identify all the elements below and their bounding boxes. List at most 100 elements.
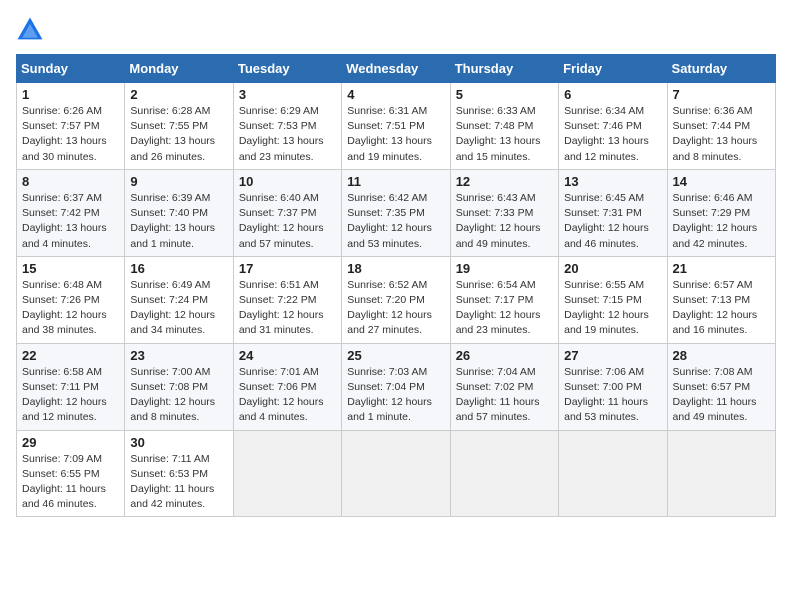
- day-number: 9: [130, 174, 227, 189]
- week-row-1: 1 Sunrise: 6:26 AM Sunset: 7:57 PM Daylig…: [17, 83, 776, 170]
- day-info: Sunrise: 7:00 AM Sunset: 7:08 PM Dayligh…: [130, 365, 227, 426]
- week-row-5: 29Sunrise: 7:09 AM Sunset: 6:55 PM Dayli…: [17, 430, 776, 517]
- day-number: 16: [130, 261, 227, 276]
- page-header: [16, 16, 776, 44]
- day-number: 21: [673, 261, 770, 276]
- day-number: 17: [239, 261, 336, 276]
- day-cell: 30 Sunrise: 7:11 AM Sunset: 6:53 PM Dayli…: [125, 430, 233, 517]
- week-row-3: 15 Sunrise: 6:48 AM Sunset: 7:26 PM Dayli…: [17, 256, 776, 343]
- day-number: 23: [130, 348, 227, 363]
- day-cell: 2Sunrise: 6:28 AM Sunset: 7:55 PM Daylig…: [125, 83, 233, 170]
- day-number: 25: [347, 348, 444, 363]
- day-info: Sunrise: 6:42 AM Sunset: 7:35 PM Dayligh…: [347, 191, 444, 252]
- weekday-header-wednesday: Wednesday: [342, 55, 450, 83]
- day-cell: 27 Sunrise: 7:06 AM Sunset: 7:00 PM Dayli…: [559, 343, 667, 430]
- day-info: Sunrise: 7:01 AM Sunset: 7:06 PM Dayligh…: [239, 365, 336, 426]
- day-cell: 10 Sunrise: 6:40 AM Sunset: 7:37 PM Dayli…: [233, 169, 341, 256]
- week-row-2: 8 Sunrise: 6:37 AM Sunset: 7:42 PM Daylig…: [17, 169, 776, 256]
- weekday-header-thursday: Thursday: [450, 55, 558, 83]
- day-number: 11: [347, 174, 444, 189]
- weekday-header-row: SundayMondayTuesdayWednesdayThursdayFrid…: [17, 55, 776, 83]
- day-cell: 26 Sunrise: 7:04 AM Sunset: 7:02 PM Dayli…: [450, 343, 558, 430]
- day-cell: 7 Sunrise: 6:36 AM Sunset: 7:44 PM Daylig…: [667, 83, 775, 170]
- day-cell: [559, 430, 667, 517]
- day-info: Sunrise: 6:51 AM Sunset: 7:22 PM Dayligh…: [239, 278, 336, 339]
- day-number: 14: [673, 174, 770, 189]
- day-cell: 3Sunrise: 6:29 AM Sunset: 7:53 PM Daylig…: [233, 83, 341, 170]
- day-info: Sunrise: 7:08 AM Sunset: 6:57 PM Dayligh…: [673, 365, 770, 426]
- day-number: 30: [130, 435, 227, 450]
- day-number: 13: [564, 174, 661, 189]
- day-number: 1: [22, 87, 119, 102]
- week-row-4: 22Sunrise: 6:58 AM Sunset: 7:11 PM Dayli…: [17, 343, 776, 430]
- weekday-header-monday: Monday: [125, 55, 233, 83]
- day-number: 20: [564, 261, 661, 276]
- day-cell: 12Sunrise: 6:43 AM Sunset: 7:33 PM Dayli…: [450, 169, 558, 256]
- day-cell: 8 Sunrise: 6:37 AM Sunset: 7:42 PM Daylig…: [17, 169, 125, 256]
- day-cell: [450, 430, 558, 517]
- day-number: 3: [239, 87, 336, 102]
- day-cell: 18Sunrise: 6:52 AM Sunset: 7:20 PM Dayli…: [342, 256, 450, 343]
- day-info: Sunrise: 6:36 AM Sunset: 7:44 PM Dayligh…: [673, 104, 770, 165]
- day-number: 24: [239, 348, 336, 363]
- day-info: Sunrise: 7:06 AM Sunset: 7:00 PM Dayligh…: [564, 365, 661, 426]
- calendar-body: 1 Sunrise: 6:26 AM Sunset: 7:57 PM Daylig…: [17, 83, 776, 517]
- day-cell: 24 Sunrise: 7:01 AM Sunset: 7:06 PM Dayli…: [233, 343, 341, 430]
- day-info: Sunrise: 6:34 AM Sunset: 7:46 PM Dayligh…: [564, 104, 661, 165]
- day-cell: [233, 430, 341, 517]
- day-cell: 9 Sunrise: 6:39 AM Sunset: 7:40 PM Daylig…: [125, 169, 233, 256]
- day-cell: 5Sunrise: 6:33 AM Sunset: 7:48 PM Daylig…: [450, 83, 558, 170]
- day-info: Sunrise: 6:57 AM Sunset: 7:13 PM Dayligh…: [673, 278, 770, 339]
- day-cell: 20 Sunrise: 6:55 AM Sunset: 7:15 PM Dayli…: [559, 256, 667, 343]
- day-cell: 21 Sunrise: 6:57 AM Sunset: 7:13 PM Dayli…: [667, 256, 775, 343]
- day-cell: 11 Sunrise: 6:42 AM Sunset: 7:35 PM Dayli…: [342, 169, 450, 256]
- logo: [16, 16, 46, 44]
- day-info: Sunrise: 6:37 AM Sunset: 7:42 PM Dayligh…: [22, 191, 119, 252]
- day-info: Sunrise: 6:49 AM Sunset: 7:24 PM Dayligh…: [130, 278, 227, 339]
- day-cell: 25 Sunrise: 7:03 AM Sunset: 7:04 PM Dayli…: [342, 343, 450, 430]
- day-cell: 17 Sunrise: 6:51 AM Sunset: 7:22 PM Dayli…: [233, 256, 341, 343]
- day-number: 19: [456, 261, 553, 276]
- day-cell: 4 Sunrise: 6:31 AM Sunset: 7:51 PM Daylig…: [342, 83, 450, 170]
- day-info: Sunrise: 6:40 AM Sunset: 7:37 PM Dayligh…: [239, 191, 336, 252]
- weekday-header-friday: Friday: [559, 55, 667, 83]
- day-number: 2: [130, 87, 227, 102]
- day-cell: 29Sunrise: 7:09 AM Sunset: 6:55 PM Dayli…: [17, 430, 125, 517]
- day-cell: 15 Sunrise: 6:48 AM Sunset: 7:26 PM Dayli…: [17, 256, 125, 343]
- day-cell: 14 Sunrise: 6:46 AM Sunset: 7:29 PM Dayli…: [667, 169, 775, 256]
- day-cell: 22Sunrise: 6:58 AM Sunset: 7:11 PM Dayli…: [17, 343, 125, 430]
- day-cell: 6 Sunrise: 6:34 AM Sunset: 7:46 PM Daylig…: [559, 83, 667, 170]
- day-info: Sunrise: 6:54 AM Sunset: 7:17 PM Dayligh…: [456, 278, 553, 339]
- day-number: 8: [22, 174, 119, 189]
- day-info: Sunrise: 7:09 AM Sunset: 6:55 PM Dayligh…: [22, 452, 119, 513]
- day-number: 7: [673, 87, 770, 102]
- day-info: Sunrise: 6:48 AM Sunset: 7:26 PM Dayligh…: [22, 278, 119, 339]
- day-info: Sunrise: 6:55 AM Sunset: 7:15 PM Dayligh…: [564, 278, 661, 339]
- day-number: 27: [564, 348, 661, 363]
- day-number: 28: [673, 348, 770, 363]
- day-cell: 13Sunrise: 6:45 AM Sunset: 7:31 PM Dayli…: [559, 169, 667, 256]
- day-number: 15: [22, 261, 119, 276]
- day-info: Sunrise: 7:11 AM Sunset: 6:53 PM Dayligh…: [130, 452, 227, 513]
- day-info: Sunrise: 7:04 AM Sunset: 7:02 PM Dayligh…: [456, 365, 553, 426]
- day-number: 26: [456, 348, 553, 363]
- day-info: Sunrise: 6:31 AM Sunset: 7:51 PM Dayligh…: [347, 104, 444, 165]
- day-info: Sunrise: 6:39 AM Sunset: 7:40 PM Dayligh…: [130, 191, 227, 252]
- day-cell: 23 Sunrise: 7:00 AM Sunset: 7:08 PM Dayli…: [125, 343, 233, 430]
- day-number: 4: [347, 87, 444, 102]
- weekday-header-tuesday: Tuesday: [233, 55, 341, 83]
- day-number: 22: [22, 348, 119, 363]
- weekday-header-sunday: Sunday: [17, 55, 125, 83]
- day-cell: [342, 430, 450, 517]
- day-number: 12: [456, 174, 553, 189]
- day-cell: 1 Sunrise: 6:26 AM Sunset: 7:57 PM Daylig…: [17, 83, 125, 170]
- day-number: 5: [456, 87, 553, 102]
- calendar: SundayMondayTuesdayWednesdayThursdayFrid…: [16, 54, 776, 517]
- day-info: Sunrise: 6:26 AM Sunset: 7:57 PM Dayligh…: [22, 104, 119, 165]
- day-info: Sunrise: 6:52 AM Sunset: 7:20 PM Dayligh…: [347, 278, 444, 339]
- day-number: 10: [239, 174, 336, 189]
- day-info: Sunrise: 7:03 AM Sunset: 7:04 PM Dayligh…: [347, 365, 444, 426]
- day-number: 6: [564, 87, 661, 102]
- day-info: Sunrise: 6:46 AM Sunset: 7:29 PM Dayligh…: [673, 191, 770, 252]
- day-cell: 28 Sunrise: 7:08 AM Sunset: 6:57 PM Dayli…: [667, 343, 775, 430]
